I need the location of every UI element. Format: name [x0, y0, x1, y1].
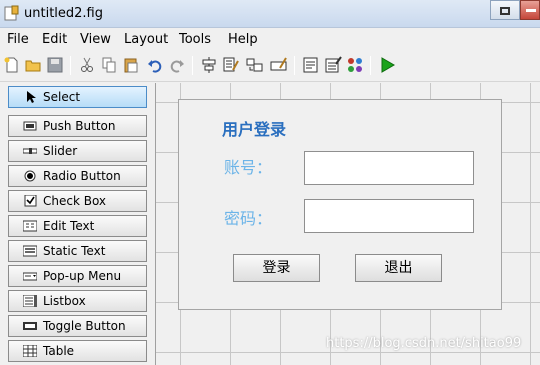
save-icon[interactable]: [46, 56, 64, 74]
palette-label: Push Button: [43, 119, 116, 133]
toggle-button-icon: [23, 322, 37, 330]
palette-static-text[interactable]: Static Text: [8, 240, 147, 262]
menu-tools[interactable]: Tools: [179, 32, 211, 47]
palette-label: Slider: [43, 144, 78, 158]
run-figure-icon[interactable]: [378, 56, 396, 74]
palette-label: Table: [43, 344, 75, 358]
object-browser-icon[interactable]: [346, 56, 364, 74]
palette-radio-button[interactable]: Radio Button: [8, 165, 147, 187]
palette-table[interactable]: Table: [8, 340, 147, 362]
login-title[interactable]: 用户登录: [222, 116, 286, 140]
menu-file[interactable]: File: [7, 32, 29, 47]
palette-label: Edit Text: [43, 219, 95, 233]
window-title: untitled2.fig: [24, 6, 103, 21]
watermark-text: https://blog.csdn.net/shitao99: [326, 336, 522, 351]
palette-edit-text[interactable]: Edit Text: [8, 215, 147, 237]
toolbar: [0, 50, 540, 82]
table-icon: [23, 345, 37, 357]
undo-icon[interactable]: [146, 56, 164, 74]
palette-check-box[interactable]: Check Box: [8, 190, 147, 212]
palette-slider[interactable]: Slider: [8, 140, 147, 162]
account-input[interactable]: [304, 151, 474, 185]
push-button-icon: [23, 121, 37, 131]
toolbar-separator: [192, 56, 193, 75]
password-label[interactable]: 密码：: [224, 205, 272, 229]
palette-listbox[interactable]: Listbox: [8, 290, 147, 312]
editor-icon[interactable]: [302, 56, 320, 74]
exit-button[interactable]: 退出: [355, 254, 442, 282]
palette-label: Radio Button: [43, 169, 121, 183]
app-icon: [4, 5, 19, 21]
open-folder-icon[interactable]: [24, 56, 42, 74]
window-titlebar: untitled2.fig: [0, 0, 540, 28]
cut-icon[interactable]: [78, 56, 96, 74]
paste-icon[interactable]: [122, 56, 140, 74]
property-inspector-icon[interactable]: [324, 56, 342, 74]
palette-label: Check Box: [43, 194, 107, 208]
align-objects-icon[interactable]: [200, 56, 218, 74]
listbox-icon: [23, 295, 37, 307]
palette-push-button[interactable]: Push Button: [8, 115, 147, 137]
menu-view[interactable]: View: [80, 32, 111, 47]
static-text-icon: [23, 245, 37, 257]
account-label[interactable]: 账号：: [224, 154, 272, 178]
copy-icon[interactable]: [100, 56, 118, 74]
slider-icon: [23, 148, 37, 154]
tab-order-editor-icon[interactable]: [246, 56, 264, 74]
toolbar-separator: [294, 56, 295, 75]
toolbar-separator: [370, 56, 371, 75]
close-icon: [526, 9, 536, 12]
palette-label: Toggle Button: [43, 319, 126, 333]
menubar: File Edit View Layout Tools Help: [0, 28, 540, 50]
maximize-button[interactable]: [490, 0, 520, 20]
close-button[interactable]: [520, 0, 540, 20]
password-input[interactable]: [304, 199, 474, 233]
pointer-arrow-icon: [27, 91, 36, 103]
radio-button-icon: [24, 170, 36, 182]
edit-text-icon: [23, 220, 37, 232]
popup-menu-icon: [23, 272, 37, 281]
check-box-icon: [24, 195, 37, 207]
toolbar-separator: [70, 56, 71, 75]
menu-layout[interactable]: Layout: [124, 32, 168, 47]
palette-label: Static Text: [43, 244, 106, 258]
palette-select[interactable]: Select: [8, 86, 147, 108]
palette-label: Pop-up Menu: [43, 269, 122, 283]
component-palette: Select Push Button Slider Radio Button C…: [0, 83, 152, 365]
palette-toggle-button[interactable]: Toggle Button: [8, 315, 147, 337]
palette-label: Select: [43, 90, 81, 104]
palette-label: Listbox: [43, 294, 86, 308]
login-button[interactable]: 登录: [233, 254, 320, 282]
redo-icon[interactable]: [168, 56, 186, 74]
menu-editor-icon[interactable]: [222, 56, 240, 74]
maximize-icon: [500, 7, 510, 15]
toolbar-editor-icon[interactable]: [270, 56, 288, 74]
new-file-icon[interactable]: [3, 56, 21, 74]
menu-edit[interactable]: Edit: [42, 32, 67, 47]
palette-popup-menu[interactable]: Pop-up Menu: [8, 265, 147, 287]
menu-help[interactable]: Help: [228, 32, 258, 47]
